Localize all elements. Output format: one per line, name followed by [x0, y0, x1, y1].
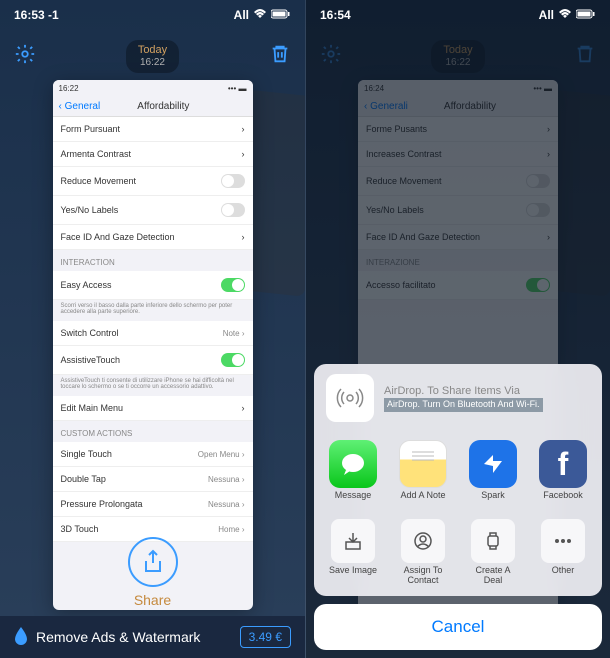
app-facebook[interactable]: f Facebook: [530, 440, 596, 511]
toggle-off-icon: [221, 203, 245, 217]
status-time: 16:53 -1: [14, 8, 59, 22]
share-sheet: AirDrop. To Share Items Via AirDrop. Tur…: [306, 364, 610, 658]
spark-icon: [469, 440, 517, 488]
battery-icon: [576, 8, 596, 22]
share-button[interactable]: [128, 537, 178, 587]
app-spark[interactable]: Spark: [460, 440, 526, 511]
toggle-off-icon: [221, 174, 245, 188]
airdrop-title: AirDrop. To Share Items Via: [384, 384, 590, 398]
wifi-icon: [558, 8, 572, 22]
left-pane: 16:53 -1 All Today 16:22 16:22 •••: [0, 0, 305, 658]
easy-note: Scorri verso il basso dalla parte inferi…: [53, 300, 253, 321]
row-pressure: Pressure ProlongataNessuna ›: [53, 492, 253, 517]
row-faceid: Face ID And Gaze Detection›: [53, 225, 253, 250]
message-icon: [329, 440, 377, 488]
right-pane: 16:54 All Today 16:22 16:24••• ▬ ‹ Gener…: [305, 0, 610, 658]
section-custom: CUSTOM ACTIONS: [53, 421, 253, 442]
gear-icon[interactable]: [14, 43, 36, 71]
status-right: All: [539, 8, 596, 22]
status-bar: 16:53 -1 All: [0, 0, 305, 30]
action-label: Other: [552, 566, 575, 586]
share-label: Share: [0, 592, 305, 608]
screenshot-area: 16:22 ••• ▬ ‹ General Affordability Form…: [30, 80, 275, 608]
app-label: Facebook: [543, 491, 583, 511]
drop-icon: [14, 627, 28, 648]
front-card[interactable]: 16:22 ••• ▬ ‹ General Affordability Form…: [53, 80, 253, 610]
remove-ads-label[interactable]: Remove Ads & Watermark: [36, 629, 240, 645]
row-yesno: Yes/No Labels: [53, 196, 253, 225]
row-form-pursuant: Form Pursuant›: [53, 117, 253, 142]
assistive-note: AssistiveTouch ti consente di utilizzare…: [53, 375, 253, 396]
facebook-icon: f: [539, 440, 587, 488]
save-image-icon: [331, 519, 375, 563]
battery-icon: [271, 8, 291, 22]
card-signal: ••• ▬: [228, 84, 247, 93]
app-label: Spark: [481, 491, 505, 511]
carrier-label: All: [234, 8, 249, 22]
row-double-tap: Double TapNessuna ›: [53, 467, 253, 492]
toggle-on-icon: [221, 278, 245, 292]
status-time: 16:54: [320, 8, 351, 22]
card-header: ‹ General Affordability: [53, 97, 253, 117]
app-message[interactable]: Message: [320, 440, 386, 511]
share-panel: AirDrop. To Share Items Via AirDrop. Tur…: [314, 364, 602, 596]
action-create-deal[interactable]: Create A Deal: [460, 519, 526, 586]
action-label: Assign To Contact: [396, 566, 450, 586]
cancel-button[interactable]: Cancel: [314, 604, 602, 650]
action-label: Create A Deal: [466, 566, 520, 586]
app-notes[interactable]: Add A Note: [390, 440, 456, 511]
bottom-bar: Remove Ads & Watermark 3.49 €: [0, 616, 305, 658]
app-row: Message Add A Note Spark f: [314, 432, 602, 511]
top-toolbar: Today 16:22: [0, 40, 305, 73]
card-title: Affordability: [80, 101, 246, 112]
airdrop-icon: [326, 374, 374, 422]
action-label: Save Image: [329, 566, 377, 586]
status-bar: 16:54 All: [306, 0, 610, 30]
row-contrast: Armenta Contrast›: [53, 142, 253, 167]
status-right: All: [234, 8, 291, 22]
contact-icon: [401, 519, 445, 563]
action-assign-contact[interactable]: Assign To Contact: [390, 519, 456, 586]
more-icon: [541, 519, 585, 563]
action-other[interactable]: Other: [530, 519, 596, 586]
airdrop-subtitle: AirDrop. Turn On Bluetooth And Wi-Fi.: [384, 398, 543, 412]
carrier-label: All: [539, 8, 554, 22]
wifi-icon: [253, 8, 267, 22]
row-edit-menu: Edit Main Menu›: [53, 396, 253, 421]
date-pill[interactable]: Today 16:22: [126, 40, 179, 73]
row-reduce-movement: Reduce Movement: [53, 167, 253, 196]
price-button[interactable]: 3.49 €: [240, 626, 291, 648]
notes-icon: [399, 440, 447, 488]
today-label: Today: [138, 44, 167, 57]
card-time: 16:22: [59, 84, 79, 93]
row-assistive: AssistiveTouch: [53, 346, 253, 375]
share-overlay: Share: [0, 537, 305, 608]
action-row: Save Image Assign To Contact Create A De…: [314, 511, 602, 586]
app-label: Add A Note: [400, 491, 445, 511]
section-interaction: Interaction: [53, 250, 253, 271]
row-single-touch: Single TouchOpen Menu ›: [53, 442, 253, 467]
trash-icon[interactable]: [269, 43, 291, 71]
airdrop-row[interactable]: AirDrop. To Share Items Via AirDrop. Tur…: [314, 374, 602, 432]
airdrop-text: AirDrop. To Share Items Via AirDrop. Tur…: [384, 384, 590, 412]
app-label: Message: [335, 491, 372, 511]
today-time: 16:22: [138, 57, 167, 69]
row-switch-control: Switch ControlNote ›: [53, 321, 253, 346]
action-save-image[interactable]: Save Image: [320, 519, 386, 586]
row-easy-access: Easy Access: [53, 271, 253, 300]
toggle-on-icon: [221, 353, 245, 367]
card-status-bar: 16:22 ••• ▬: [53, 80, 253, 97]
watch-icon: [471, 519, 515, 563]
